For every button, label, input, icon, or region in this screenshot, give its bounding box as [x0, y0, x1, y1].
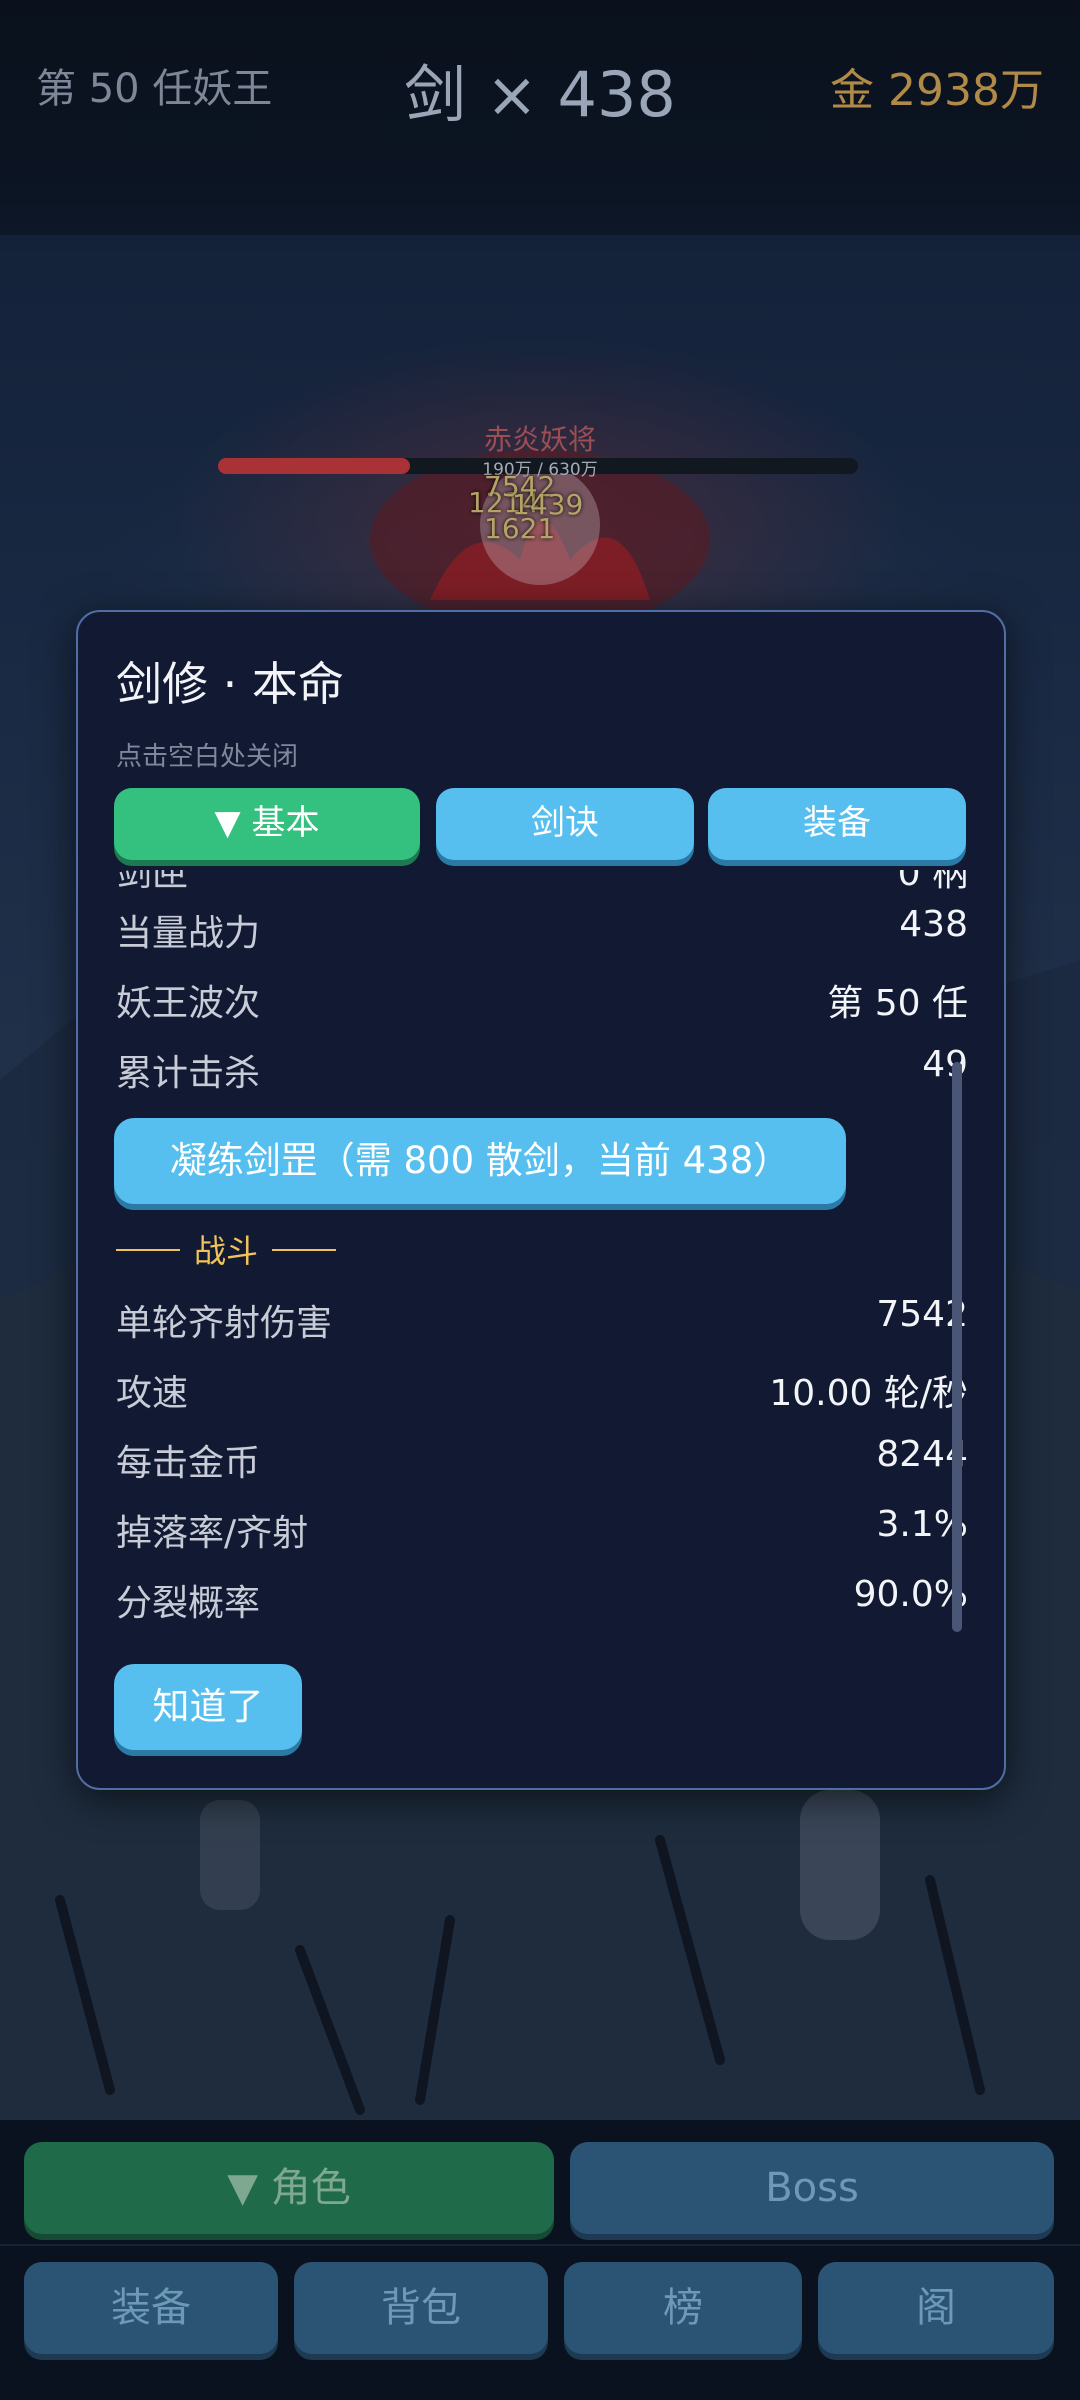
header-bar: 第 50 任妖王 剑 × 438 金 2938万 [0, 0, 1080, 235]
divider [116, 1249, 180, 1251]
stat-value: 第 50 任 [827, 983, 968, 1024]
dialog-title: 剑修 · 本命 [116, 657, 344, 711]
divider [0, 2244, 1080, 2246]
stat-label: 掉落率/齐射 [116, 1513, 309, 1554]
stat-value: 10.00 轮/秒 [769, 1373, 968, 1414]
tab-basic[interactable]: ▼ 基本 [114, 788, 420, 860]
stat-label: 分裂概率 [116, 1583, 261, 1624]
stat-label: 剑匣 [116, 870, 189, 894]
section-battle-header: 战斗 [116, 1226, 337, 1272]
stat-row: 当量战力 438 [116, 904, 968, 960]
stat-row: 攻速 10.00 轮/秒 [116, 1364, 968, 1420]
nav-bag-button[interactable]: 背包 [294, 2262, 548, 2354]
character-info-dialog: 剑修 · 本命 点击空白处关闭 ▼ 基本 剑诀 装备 剑匣 0 柄 当量战力 4… [76, 610, 1006, 1790]
stat-row: 单轮齐射伤害 7542 [116, 1294, 968, 1350]
stat-value: 438 [899, 904, 968, 945]
scrollbar[interactable] [952, 1062, 962, 1632]
gold-counter: 金 2938万 [830, 65, 1044, 116]
nav-pavilion-button[interactable]: 阁 [818, 2262, 1054, 2354]
scrollbar-thumb[interactable] [952, 1062, 962, 1632]
stat-row: 掉落率/齐射 3.1% [116, 1504, 968, 1560]
tab-equipment[interactable]: 装备 [708, 788, 966, 860]
nav-equipment-button[interactable]: 装备 [24, 2262, 278, 2354]
divider [272, 1249, 337, 1251]
stat-label: 攻速 [116, 1373, 189, 1414]
stat-label: 妖王波次 [116, 983, 261, 1024]
section-title: 战斗 [194, 1232, 259, 1270]
nav-boss-button[interactable]: Boss [570, 2142, 1054, 2234]
stat-label: 每击金币 [116, 1443, 261, 1484]
refine-sword-button[interactable]: 凝练剑罡（需 800 散剑，当前 438） [114, 1118, 846, 1204]
dialog-scroll-content[interactable]: 剑匣 0 柄 当量战力 438 妖王波次 第 50 任 累计击杀 49 凝练剑罡… [78, 870, 1004, 1788]
stat-row: 剑匣 0 柄 [116, 870, 968, 900]
boss-name: 赤炎妖将 [483, 423, 596, 456]
stat-row: 每击金币 8244 [116, 1434, 968, 1490]
stat-row: 分裂概率 90.0% [116, 1574, 968, 1630]
nav-role-button[interactable]: ▼ 角色 [24, 2142, 554, 2234]
stat-label: 当量战力 [116, 913, 261, 954]
nav-ranking-button[interactable]: 榜 [564, 2262, 802, 2354]
stat-value: 90.0% [853, 1574, 968, 1615]
tab-sword-art[interactable]: 剑诀 [436, 788, 694, 860]
stat-row: 妖王波次 第 50 任 [116, 974, 968, 1030]
dialog-hint: 点击空白处关闭 [116, 742, 299, 772]
got-it-button[interactable]: 知道了 [114, 1664, 302, 1750]
damage-number: 1621 [484, 512, 556, 545]
stat-value: 0 柄 [897, 870, 968, 894]
stat-label: 累计击杀 [116, 1053, 261, 1094]
stat-label: 单轮齐射伤害 [116, 1303, 333, 1344]
stat-row: 累计击杀 49 [116, 1044, 968, 1100]
